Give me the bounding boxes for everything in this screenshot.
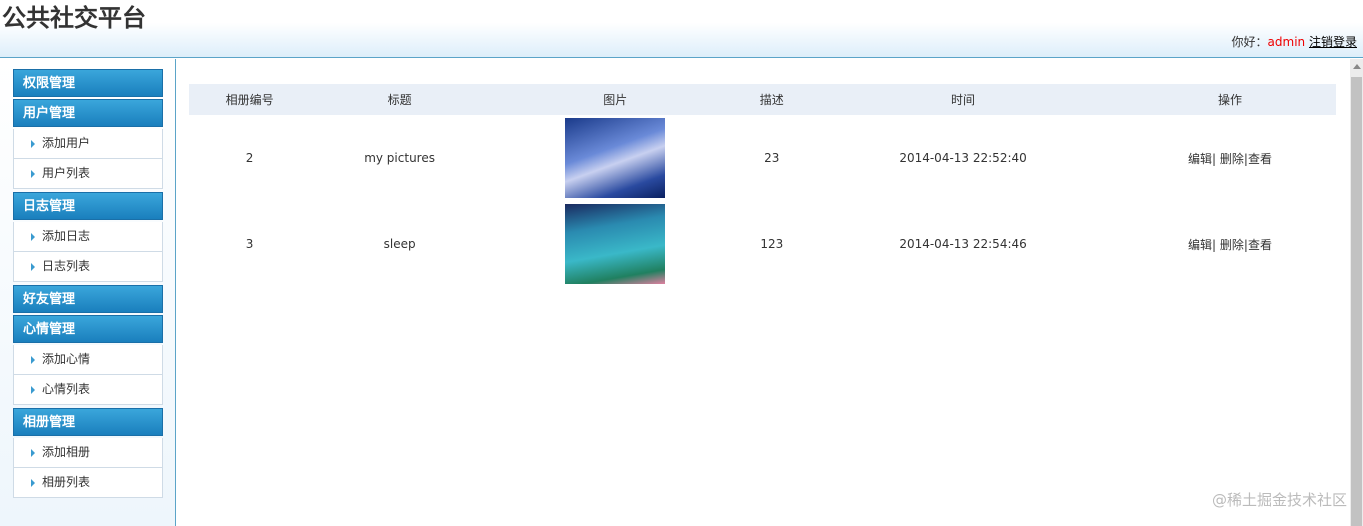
column-header: 相册编号 — [189, 84, 311, 115]
delete-link[interactable]: 删除 — [1220, 238, 1244, 252]
edit-link[interactable]: 编辑 — [1188, 152, 1212, 166]
delete-link[interactable]: 删除 — [1220, 152, 1244, 166]
table-row: 3 sleep 123 2014-04-13 22:54:46 编辑| 删除|查… — [189, 201, 1336, 287]
sidebar-item[interactable]: 添加用户 — [13, 129, 163, 159]
album-id: 2 — [245, 151, 254, 165]
album-image — [565, 118, 666, 198]
sidebar-item[interactable]: 日志列表 — [13, 252, 163, 282]
logout-link[interactable]: 注销登录 — [1309, 35, 1357, 49]
album-time: 2014-04-13 22:52:40 — [899, 151, 1027, 165]
actions: 编辑| 删除|查看 — [1188, 237, 1272, 252]
sidebar-group[interactable]: 权限管理 — [13, 69, 163, 97]
album-desc: 123 — [760, 237, 784, 251]
column-header: 图片 — [488, 84, 742, 115]
column-header: 描述 — [741, 84, 803, 115]
album-desc: 23 — [764, 151, 780, 165]
sidebar-item[interactable]: 用户列表 — [13, 159, 163, 189]
site-title: 公共社交平台 — [2, 4, 146, 32]
user-info: 你好：admin 注销登录 — [1232, 33, 1357, 50]
sidebar: 权限管理 用户管理 添加用户 用户列表日志管理 添加日志 日志列表好友管理 心情管理 添加心情… — [0, 59, 176, 526]
table-row: 2 my pictures 23 2014-04-13 22:52:40 编辑|… — [189, 115, 1336, 201]
sidebar-group[interactable]: 好友管理 — [13, 285, 163, 313]
album-title: my pictures — [364, 151, 435, 165]
column-header: 标题 — [310, 84, 489, 115]
header: 公共社交平台 你好：admin 注销登录 — [0, 0, 1363, 58]
sidebar-group[interactable]: 心情管理 — [13, 315, 163, 343]
greeting: 你好： — [1231, 35, 1268, 49]
scrollbar[interactable] — [1350, 59, 1363, 526]
view-link[interactable]: 查看 — [1248, 152, 1272, 166]
sidebar-group[interactable]: 日志管理 — [13, 192, 163, 220]
album-image — [565, 204, 666, 284]
scroll-up-icon[interactable] — [1353, 64, 1361, 69]
username: admin — [1267, 35, 1306, 49]
view-link[interactable]: 查看 — [1248, 238, 1272, 252]
watermark: @稀土掘金技术社区 — [1211, 491, 1347, 509]
column-header: 时间 — [802, 84, 1124, 115]
sidebar-item[interactable]: 添加相册 — [13, 438, 163, 468]
sidebar-group[interactable]: 相册管理 — [13, 408, 163, 436]
album-table: 相册编号 标题 图片 描述 时间 操作 2 my pictures 23 2014-04-… — [189, 84, 1336, 287]
sidebar-item[interactable]: 心情列表 — [13, 375, 163, 405]
actions: 编辑| 删除|查看 — [1188, 151, 1272, 166]
album-time: 2014-04-13 22:54:46 — [899, 237, 1027, 251]
scroll-thumb[interactable] — [1351, 77, 1362, 526]
sidebar-group[interactable]: 用户管理 — [13, 99, 163, 127]
sidebar-item[interactable]: 添加心情 — [13, 345, 163, 375]
sidebar-item[interactable]: 相册列表 — [13, 468, 163, 498]
album-id: 3 — [245, 237, 254, 251]
sidebar-item[interactable]: 添加日志 — [13, 222, 163, 252]
edit-link[interactable]: 编辑 — [1188, 238, 1212, 252]
album-title: sleep — [383, 237, 416, 251]
column-header: 操作 — [1123, 84, 1336, 115]
